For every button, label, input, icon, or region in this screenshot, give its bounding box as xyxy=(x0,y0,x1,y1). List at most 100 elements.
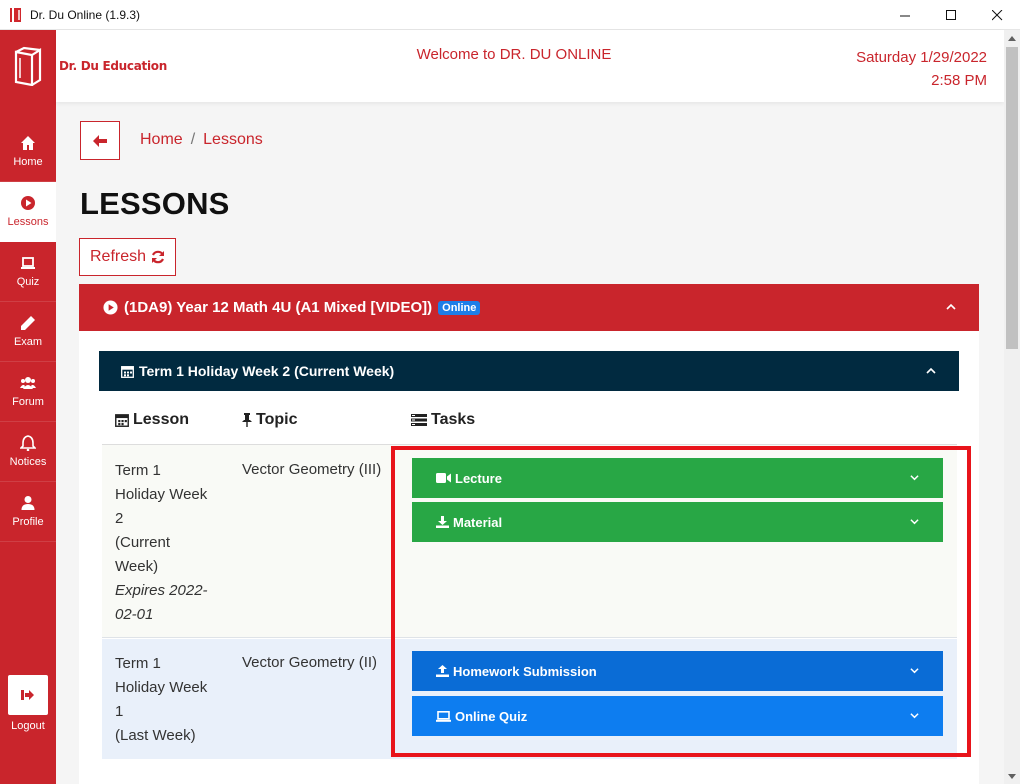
laptop-icon xyxy=(21,257,35,269)
scroll-down-arrow[interactable] xyxy=(1004,768,1020,784)
arrow-left-icon xyxy=(93,134,107,147)
task-homework-submission[interactable]: Homework Submission xyxy=(412,651,943,691)
lesson-line: 2 xyxy=(115,510,124,527)
sidebar-item-profile[interactable]: Profile xyxy=(0,482,56,542)
play-circle-icon xyxy=(103,300,118,315)
topic-cell: Vector Geometry (III) xyxy=(242,461,382,478)
header-topic: Topic xyxy=(242,411,297,429)
minimize-icon xyxy=(899,15,910,16)
date-text: Saturday 1/29/2022 xyxy=(856,49,987,66)
calendar-icon xyxy=(115,414,129,427)
lesson-line: Holiday Week xyxy=(115,486,208,503)
app-book-icon xyxy=(10,7,21,22)
chevron-down-icon xyxy=(910,475,919,481)
welcome-text: Welcome to DR. DU ONLINE xyxy=(416,46,612,63)
lesson-line: Week) xyxy=(115,558,159,575)
maximize-button[interactable] xyxy=(928,0,974,30)
task-label: Material xyxy=(453,514,503,530)
table-row: Term 1 Holiday Week 1 (Last Week) Vector… xyxy=(102,639,957,759)
sidebar-item-quiz[interactable]: Quiz xyxy=(0,242,56,302)
chevron-up-icon[interactable] xyxy=(945,301,957,313)
chevron-up-icon[interactable] xyxy=(925,365,937,377)
lesson-line: 1 xyxy=(115,703,124,720)
users-icon xyxy=(20,377,36,389)
sidebar-item-notices[interactable]: Notices xyxy=(0,422,56,482)
task-label: Online Quiz xyxy=(455,708,528,724)
logout-button[interactable] xyxy=(8,675,48,715)
app-header: Dr. Du Education Welcome to DR. DU ONLIN… xyxy=(56,30,1004,102)
bell-icon xyxy=(20,435,36,451)
lesson-cell: Term 1 Holiday Week 2 (Current Week) Exp… xyxy=(115,459,225,627)
header-topic-label: Topic xyxy=(256,411,298,428)
sidebar-item-forum[interactable]: Forum xyxy=(0,362,56,422)
breadcrumb-home[interactable]: Home xyxy=(140,131,183,148)
chevron-down-icon xyxy=(1008,773,1016,779)
back-button[interactable] xyxy=(80,121,120,160)
home-icon xyxy=(21,136,35,150)
breadcrumb: Home / Lessons xyxy=(140,131,263,149)
sidebar-item-home[interactable]: Home xyxy=(0,122,56,182)
logo[interactable] xyxy=(0,30,56,102)
minimize-button[interactable] xyxy=(882,0,928,30)
sidebar-item-label: Forum xyxy=(12,396,44,408)
refresh-label: Refresh xyxy=(89,248,147,265)
video-camera-icon xyxy=(436,473,451,483)
close-icon xyxy=(991,9,1002,20)
course-title: (1DA9) Year 12 Math 4U (A1 Mixed [VIDEO]… xyxy=(124,299,433,316)
pencil-icon xyxy=(21,316,35,330)
task-lecture[interactable]: Lecture xyxy=(412,458,943,498)
scroll-thumb[interactable] xyxy=(1006,47,1018,349)
sidebar-item-label: Home xyxy=(13,156,43,168)
lesson-line: Holiday Week xyxy=(115,679,208,696)
sign-out-icon xyxy=(21,690,34,700)
sidebar-item-exam[interactable]: Exam xyxy=(0,302,56,362)
user-icon xyxy=(21,496,35,510)
sidebar-item-lessons[interactable]: Lessons xyxy=(0,182,56,242)
header-lesson-label: Lesson xyxy=(133,411,190,428)
expires-text: Expires 2022- xyxy=(115,582,208,599)
play-circle-icon xyxy=(21,196,35,210)
header-tasks-label: Tasks xyxy=(431,411,476,428)
table-row: Term 1 Holiday Week 2 (Current Week) Exp… xyxy=(102,445,957,638)
sidebar-item-label: Exam xyxy=(13,336,43,348)
logout-label[interactable]: Logout xyxy=(0,720,56,732)
maximize-icon xyxy=(945,9,956,20)
lesson-line: Term 1 xyxy=(115,462,161,479)
upload-icon xyxy=(436,665,449,677)
breadcrumb-separator: / xyxy=(190,131,196,148)
chevron-down-icon xyxy=(910,668,919,674)
sidebar: Home Lessons Quiz Exam Forum Notices Pro… xyxy=(0,30,56,784)
expires-text: 02-01 xyxy=(115,606,154,623)
course-header[interactable]: (1DA9) Year 12 Math 4U (A1 Mixed [VIDEO]… xyxy=(79,284,979,331)
page-title: LESSONS xyxy=(80,186,230,221)
table-header: Lesson Topic Tasks xyxy=(102,397,957,445)
close-button[interactable] xyxy=(974,0,1020,30)
lesson-line: (Last Week) xyxy=(115,727,196,744)
refresh-icon xyxy=(152,250,165,264)
topic-cell: Vector Geometry (II) xyxy=(242,654,378,671)
online-badge: Online xyxy=(438,300,481,315)
breadcrumb-current[interactable]: Lessons xyxy=(203,131,263,148)
task-material[interactable]: Material xyxy=(412,502,943,542)
chevron-down-icon xyxy=(910,519,919,525)
lesson-line: (Current xyxy=(115,534,171,551)
sidebar-item-label: Profile xyxy=(12,516,44,528)
refresh-button[interactable]: Refresh xyxy=(79,238,176,276)
window-titlebar: Dr. Du Online (1.9.3) xyxy=(0,0,1020,30)
week-title: Term 1 Holiday Week 2 (Current Week) xyxy=(139,363,395,379)
week-header[interactable]: Term 1 Holiday Week 2 (Current Week) xyxy=(99,351,959,391)
time-text: 2:58 PM xyxy=(931,72,987,89)
laptop-icon xyxy=(436,710,451,722)
date-time: Saturday 1/29/2022 2:58 PM xyxy=(856,46,987,92)
task-label: Lecture xyxy=(455,470,502,486)
scroll-up-arrow[interactable] xyxy=(1004,30,1020,46)
header-lesson: Lesson xyxy=(115,411,189,429)
sidebar-item-label: Quiz xyxy=(16,276,40,288)
lesson-cell: Term 1 Holiday Week 1 (Last Week) xyxy=(115,652,225,748)
lesson-line: Term 1 xyxy=(115,655,161,672)
task-label: Homework Submission xyxy=(453,663,597,679)
vertical-scrollbar[interactable] xyxy=(1004,30,1020,784)
calendar-icon xyxy=(121,365,134,378)
sidebar-item-label: Lessons xyxy=(7,216,49,228)
task-online-quiz[interactable]: Online Quiz xyxy=(412,696,943,736)
